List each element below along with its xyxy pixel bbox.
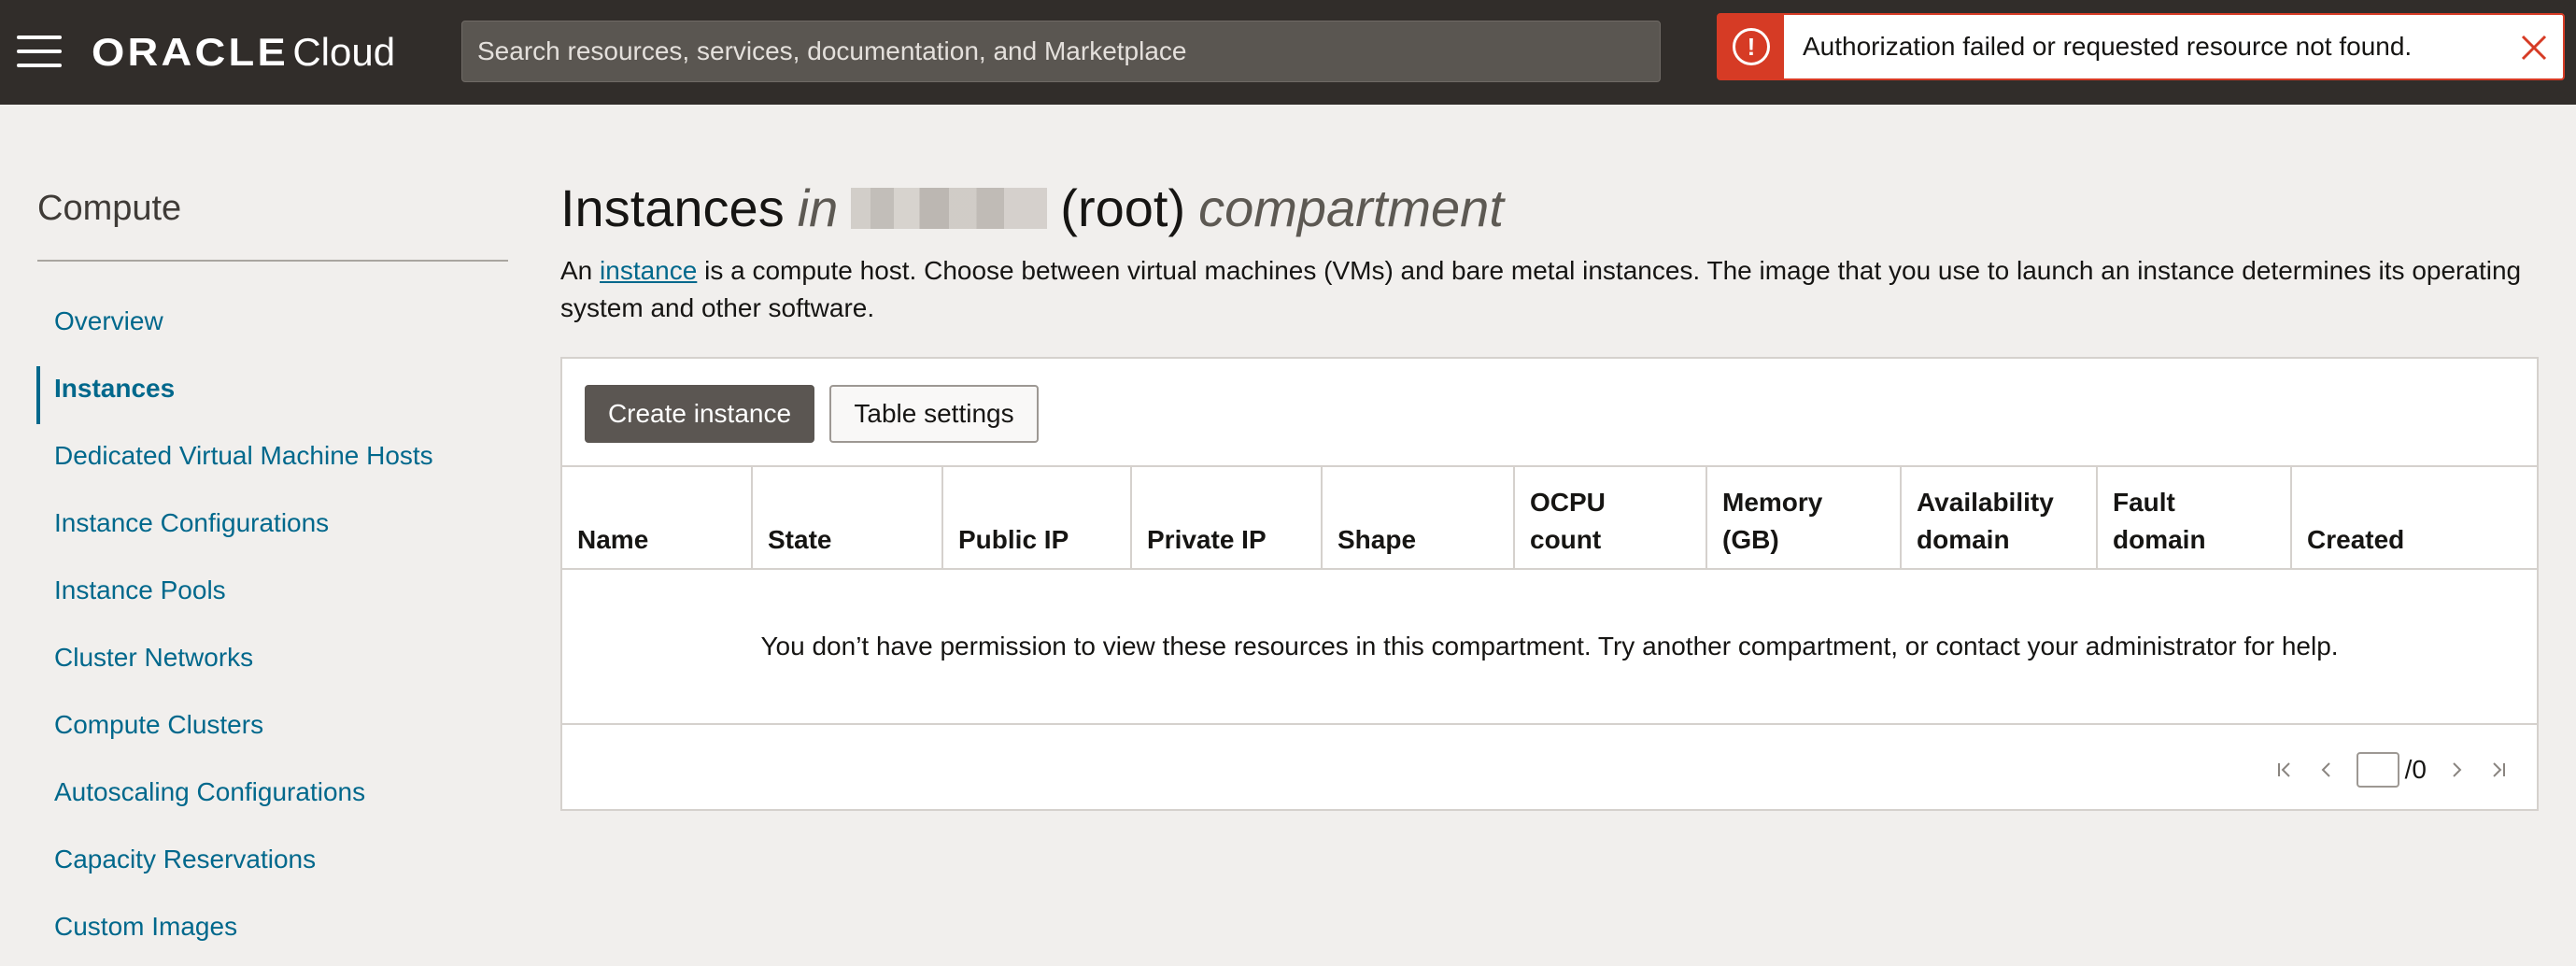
column-header-public-ip[interactable]: Public IP — [943, 467, 1132, 570]
sidebar-item-custom-images[interactable]: Custom Images — [54, 912, 237, 942]
column-header-fault-domain[interactable]: Fault domain — [2098, 467, 2292, 570]
title-in: in — [797, 178, 839, 237]
alert-message: Authorization failed or requested resour… — [1803, 32, 2413, 61]
sidebar-item-instance-pools[interactable]: Instance Pools — [54, 575, 226, 605]
sidebar-item-dedicated-vm-hosts[interactable]: Dedicated Virtual Machine Hosts — [54, 441, 433, 471]
table-header: Name State Public IP Private IP Shape OC… — [562, 465, 2537, 570]
sidebar-item-instances[interactable]: Instances — [54, 374, 175, 404]
sidebar-item-overview[interactable]: Overview — [54, 306, 163, 336]
close-icon[interactable] — [2518, 32, 2550, 64]
column-header-state[interactable]: State — [753, 467, 943, 570]
column-header-shape[interactable]: Shape — [1323, 467, 1515, 570]
oracle-cloud-logo[interactable]: ORACLE Cloud — [92, 26, 395, 78]
hamburger-menu-icon[interactable] — [17, 36, 62, 67]
column-header-created[interactable]: Created — [2292, 467, 2537, 570]
error-icon: ! — [1719, 15, 1784, 78]
empty-table-message: You don’t have permission to view these … — [562, 570, 2537, 725]
table-settings-button[interactable]: Table settings — [829, 385, 1039, 443]
page-title: Instances in (root) compartment — [560, 178, 1504, 238]
sidebar-item-cluster-networks[interactable]: Cluster Networks — [54, 643, 253, 673]
previous-page-icon[interactable] — [2315, 759, 2338, 781]
instance-link[interactable]: instance — [600, 256, 697, 285]
sidebar-item-compute-clusters[interactable]: Compute Clusters — [54, 710, 263, 740]
top-nav-bar: ORACLE Cloud ! Authorization failed or r… — [0, 0, 2576, 105]
column-header-availability-domain[interactable]: Availability domain — [1902, 467, 2098, 570]
logo-product: Cloud — [292, 30, 396, 74]
description-text: is a compute host. Choose between virtua… — [560, 256, 2522, 322]
logo-brand: ORACLE — [92, 30, 289, 74]
column-header-ocpu-count[interactable]: OCPU count — [1515, 467, 1707, 570]
sidebar-item-instance-configurations[interactable]: Instance Configurations — [54, 508, 329, 538]
redacted-compartment-name — [851, 187, 1048, 229]
sidebar-item-capacity-reservations[interactable]: Capacity Reservations — [54, 845, 316, 874]
column-header-memory[interactable]: Memory (GB) — [1707, 467, 1902, 570]
first-page-icon[interactable] — [2274, 759, 2297, 781]
sidebar-item-autoscaling-configurations[interactable]: Autoscaling Configurations — [54, 777, 365, 807]
next-page-icon[interactable] — [2445, 759, 2468, 781]
create-instance-button[interactable]: Create instance — [585, 385, 814, 443]
error-alert: ! Authorization failed or requested reso… — [1717, 13, 2565, 80]
page-total: /0 — [2404, 755, 2427, 784]
title-suffix: compartment — [1198, 178, 1504, 237]
title-root: (root) — [1060, 178, 1186, 237]
pagination: /0 — [2274, 751, 2509, 788]
column-header-name[interactable]: Name — [562, 467, 753, 570]
title-prefix: Instances — [560, 178, 785, 237]
page-number-input[interactable] — [2356, 752, 2399, 788]
last-page-icon[interactable] — [2486, 759, 2509, 781]
column-header-private-ip[interactable]: Private IP — [1132, 467, 1323, 570]
sidebar-divider — [37, 260, 508, 262]
page-description: An instance is a compute host. Choose be… — [560, 252, 2550, 327]
sidebar-active-indicator — [36, 366, 40, 424]
instances-table-panel: Create instance Table settings Name Stat… — [560, 357, 2539, 811]
sidebar-title: Compute — [37, 189, 182, 228]
search-input[interactable] — [461, 21, 1661, 82]
description-prefix: An — [560, 256, 593, 285]
